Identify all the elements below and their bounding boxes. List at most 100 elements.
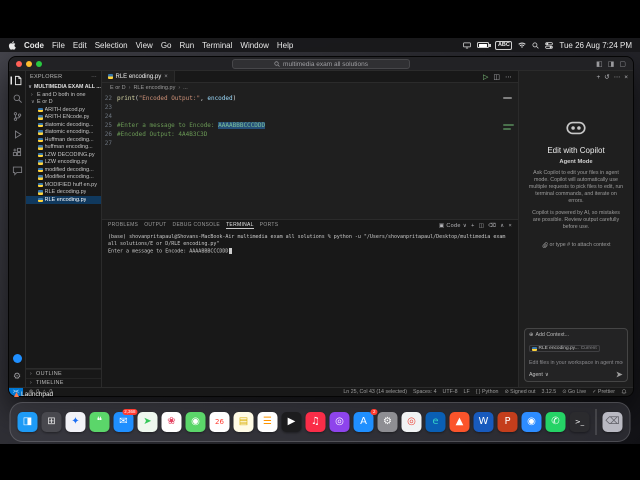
dock-icon-powerpoint[interactable]: P	[497, 412, 518, 432]
dock-icon-terminal-app[interactable]: >_	[569, 412, 590, 432]
dock-icon-mail[interactable]: ✉ 2,368	[113, 409, 138, 432]
explorer-activity-icon[interactable]	[12, 75, 23, 86]
maximize-panel-icon[interactable]: ∧	[500, 223, 504, 229]
explorer-item-diatomic-encoding[interactable]: diatomic encoding...	[26, 129, 101, 137]
explorer-item-arith-encode-py[interactable]: ARITH ENcode.py	[26, 114, 101, 122]
explorer-item-rle-decoding-py[interactable]: RLE decoding.py	[26, 189, 101, 197]
explorer-item-e-and-d-both-in-one[interactable]: › E and D both in one	[26, 91, 101, 99]
kill-terminal-icon[interactable]: ⌫	[488, 223, 496, 229]
chat-input-box[interactable]: ⊕ Add Context... RLE encoding.py... Curr…	[524, 328, 628, 382]
close-window-button[interactable]	[16, 60, 22, 67]
command-center-search[interactable]: multimedia exam all solutions	[232, 59, 410, 69]
split-editor-icon[interactable]: ◫	[493, 73, 500, 81]
panel-tab-ports[interactable]: PORTS	[260, 222, 279, 229]
explorer-item-e-or-d[interactable]: ∨ E or D	[26, 99, 101, 107]
close-panel-icon[interactable]: ×	[508, 223, 512, 229]
settings-gear-icon[interactable]: ⚙	[12, 371, 23, 382]
panel-tab-debug-console[interactable]: DEBUG CONSOLE	[173, 222, 221, 229]
panel-tab-problems[interactable]: PROBLEMS	[108, 222, 138, 229]
menu-item-terminal[interactable]: Terminal	[202, 41, 232, 50]
dock-icon-calendar[interactable]: 26	[209, 412, 230, 432]
split-terminal-icon[interactable]: ◫	[479, 223, 485, 229]
explorer-more-icon[interactable]: ⋯	[91, 74, 97, 80]
terminal-profile-select[interactable]: ▣ Code ∨	[439, 223, 467, 229]
dock-icon-edge[interactable]: e	[425, 412, 446, 432]
chat-activity-icon[interactable]	[12, 165, 23, 176]
account-icon[interactable]	[12, 353, 23, 364]
section-outline[interactable]: › OUTLINE	[26, 369, 101, 378]
status-prettier[interactable]: ✓ Prettier	[592, 389, 615, 395]
run-debug-icon[interactable]	[12, 129, 23, 140]
chat-more-icon[interactable]: ⋯	[614, 73, 621, 81]
add-context-button[interactable]: ⊕ Add Context...	[529, 332, 623, 338]
dock-icon-facetime[interactable]: ◉	[185, 412, 206, 432]
apple-logo-icon[interactable]	[8, 40, 16, 50]
menu-bar-clock[interactable]: Tue 26 Aug 7:24 PM	[559, 41, 632, 50]
toggle-panel-icon[interactable]: ◨	[608, 60, 615, 68]
input-source-badge[interactable]: ABC	[495, 40, 513, 50]
status-spaces-4[interactable]: Spaces: 4	[413, 389, 437, 395]
menu-item-file[interactable]: File	[52, 41, 65, 50]
panel-tab-terminal[interactable]: TERMINAL	[226, 222, 254, 229]
dock-icon-music[interactable]: ♫	[305, 412, 326, 432]
dock-icon-safari[interactable]: ✦	[65, 412, 86, 432]
status-ln-25-col-43-14-selected[interactable]: Ln 25, Col 43 (14 selected)	[343, 389, 407, 395]
explorer-item-huffman-encoding[interactable]: huffman encoding...	[26, 144, 101, 152]
dock-icon-zoom[interactable]: ◉	[521, 412, 542, 432]
dock-icon-finder[interactable]: ◨	[17, 412, 38, 432]
control-center-icon[interactable]	[545, 41, 554, 49]
wifi-icon[interactable]	[518, 41, 527, 49]
menu-item-go[interactable]: Go	[161, 41, 172, 50]
dock-icon-messages[interactable]: ❝	[89, 412, 110, 432]
menu-item-view[interactable]: View	[136, 41, 153, 50]
source-control-icon[interactable]	[12, 111, 23, 122]
explorer-item-arith-decod-py[interactable]: ARITH decod.py	[26, 106, 101, 114]
dock-icon-whatsapp[interactable]: ✆	[545, 412, 566, 432]
context-chip[interactable]: RLE encoding.py... Current	[529, 345, 600, 353]
dock-icon-notes[interactable]: ▤	[233, 412, 254, 432]
toggle-sidebar-icon[interactable]: ◧	[596, 60, 603, 68]
dock-icon-settings[interactable]: ⚙	[377, 412, 398, 432]
status-utf-8[interactable]: UTF-8	[443, 389, 458, 395]
explorer-item-modified-encoding[interactable]: Modified encoding...	[26, 174, 101, 182]
breadcrumb-item-rle-encoding-py[interactable]: RLE encoding.py	[133, 85, 175, 91]
mode-picker[interactable]: Agent ∨	[529, 372, 549, 378]
dock-icon-photos[interactable]: ❀	[161, 412, 182, 432]
explorer-item-modified-decoding[interactable]: modified decoding...	[26, 166, 101, 174]
dock-icon-app-store[interactable]: A2	[353, 409, 378, 432]
explorer-item-huffman-decoding[interactable]: Huffman decoding...	[26, 136, 101, 144]
run-file-icon[interactable]: ▷	[483, 73, 488, 81]
search-activity-icon[interactable]	[12, 93, 23, 104]
chat-input-placeholder[interactable]: Edit files in your workspace in agent mo…	[529, 360, 623, 366]
battery-icon[interactable]	[477, 42, 491, 48]
explorer-item-lzw-encoding-py[interactable]: LZW encoding.py	[26, 159, 101, 167]
dock-icon-brave[interactable]: ▲	[449, 412, 470, 432]
new-terminal-icon[interactable]: +	[471, 223, 475, 229]
minimize-window-button[interactable]	[26, 60, 32, 67]
chat-history-icon[interactable]: ↺	[604, 73, 609, 81]
section-timeline[interactable]: › TIMELINE	[26, 378, 101, 387]
code-editor[interactable]: 22 print("Encoded Output:", encoded) 23 24 2…	[102, 92, 518, 219]
extensions-icon[interactable]	[12, 147, 23, 158]
display-icon[interactable]	[463, 42, 472, 49]
explorer-item-rle-encoding-py[interactable]: RLE encoding.py	[26, 196, 101, 204]
menu-item-edit[interactable]: Edit	[73, 41, 87, 50]
explorer-item-modified-huff-en-py[interactable]: MODIFIED huff en.py	[26, 181, 101, 189]
menu-item-window[interactable]: Window	[240, 41, 268, 50]
breadcrumb-item-e-or-d[interactable]: E or D	[110, 85, 126, 91]
more-actions-icon[interactable]: ⋯	[505, 73, 512, 81]
customize-layout-icon[interactable]: ▢	[619, 60, 626, 68]
dock-icon-word[interactable]: W	[473, 412, 494, 432]
close-tab-icon[interactable]: ×	[164, 74, 168, 80]
dock-icon-podcasts[interactable]: ◎	[329, 412, 350, 432]
panel-tab-output[interactable]: OUTPUT	[144, 222, 166, 229]
close-chat-icon[interactable]: ×	[624, 74, 628, 81]
menu-item-selection[interactable]: Selection	[95, 41, 128, 50]
dock-icon-reminders[interactable]: ☰	[257, 412, 278, 432]
zoom-window-button[interactable]	[36, 60, 42, 67]
notifications-bell-icon[interactable]	[621, 389, 627, 395]
menu-app-name[interactable]: Code	[24, 41, 44, 50]
explorer-item-diatomic-decoding[interactable]: diatomic decoding...	[26, 121, 101, 129]
status-python[interactable]: { } Python	[476, 389, 499, 395]
menu-item-run[interactable]: Run	[179, 41, 194, 50]
